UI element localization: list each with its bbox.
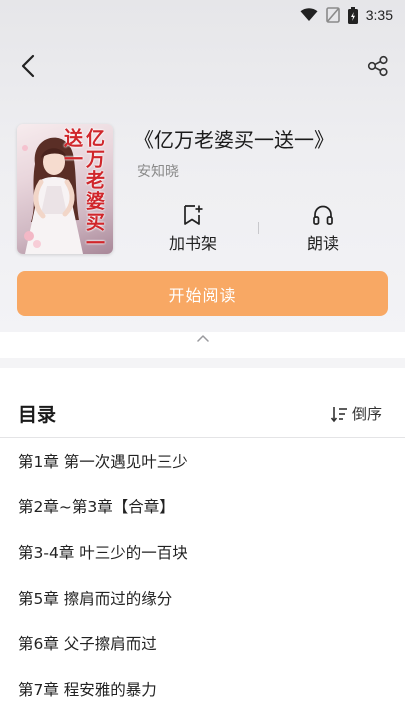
back-button[interactable] (14, 52, 42, 80)
share-icon (367, 55, 388, 77)
toc-header: 目录 倒序 (0, 394, 405, 434)
battery-icon (347, 6, 358, 24)
sort-desc-icon (330, 406, 347, 422)
chapter-item[interactable]: 第6章 父子擦肩而过 (0, 620, 405, 666)
chapter-item[interactable]: 第5章 擦肩而过的缘分 (0, 575, 405, 621)
bookmark-add-icon (184, 205, 203, 225)
listen-label: 朗读 (306, 234, 339, 253)
share-button[interactable] (364, 52, 392, 80)
sort-order-label: 倒序 (352, 405, 383, 423)
chapter-list: 第1章 第一次遇见叶三少 第2章~第3章【合章】 第3-4章 叶三少的一百块 第… (0, 438, 405, 712)
action-divider (258, 222, 259, 234)
book-author[interactable]: 安知晓 (137, 161, 179, 181)
section-spacer (0, 358, 405, 368)
status-bar: 3:35 (0, 0, 405, 30)
chapter-item[interactable]: 第7章 程安雅的暴力 (0, 666, 405, 712)
chapter-item[interactable]: 第2章~第3章【合章】 (0, 484, 405, 530)
start-reading-button[interactable]: 开始阅读 (17, 271, 388, 316)
sort-order-button[interactable]: 倒序 (330, 403, 382, 424)
chapter-item[interactable]: 第3-4章 叶三少的一百块 (0, 529, 405, 575)
book-detail-page: 3:35 亿万老婆买一送一 《亿万老婆买一送一》 安知晓 加书架 朗读 开始阅读… (0, 0, 405, 720)
headphones-icon (313, 205, 333, 225)
wifi-icon (300, 8, 318, 22)
toc-title: 目录 (18, 404, 57, 426)
collapse-chevron-icon[interactable] (193, 332, 213, 344)
cover-title-text: 亿万老婆买一送一 (61, 128, 105, 254)
listen-button[interactable]: 朗读 (283, 204, 363, 254)
chapter-item[interactable]: 第1章 第一次遇见叶三少 (0, 438, 405, 484)
clock-time: 3:35 (365, 7, 393, 23)
no-signal-icon (325, 7, 340, 23)
back-arrow-icon (21, 54, 35, 78)
book-cover[interactable]: 亿万老婆买一送一 (17, 124, 113, 254)
add-to-shelf-button[interactable]: 加书架 (153, 204, 233, 254)
add-to-shelf-label: 加书架 (168, 234, 217, 253)
book-title: 《亿万老婆买一送一》 (134, 128, 334, 152)
